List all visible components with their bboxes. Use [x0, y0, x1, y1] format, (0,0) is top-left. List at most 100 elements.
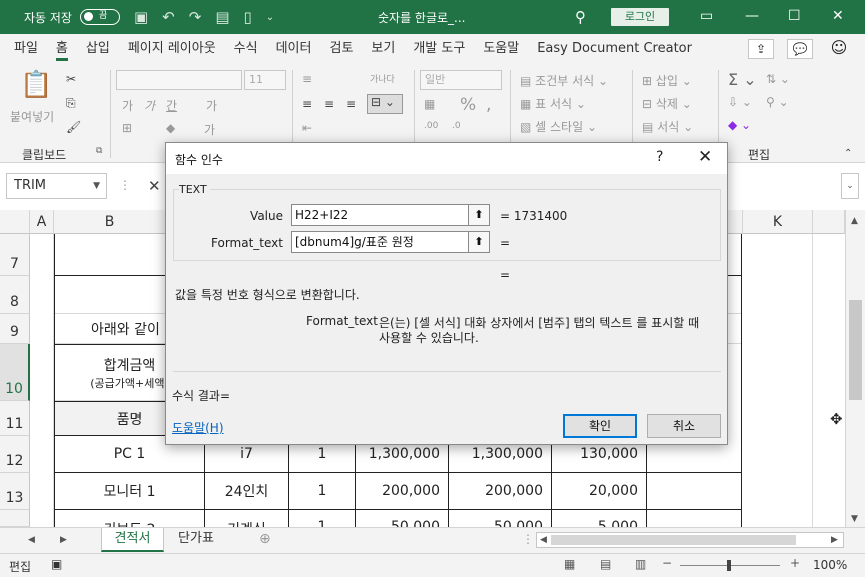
save-icon[interactable]: ▣ — [134, 8, 148, 26]
row-header[interactable]: 7 — [0, 234, 30, 276]
comments-icon[interactable]: 💬 — [787, 39, 813, 59]
form-icon[interactable]: ▤ — [215, 8, 229, 26]
row-header[interactable]: 9 — [0, 314, 30, 344]
add-sheet-icon[interactable]: ⊕ — [259, 531, 271, 547]
tab-file[interactable]: 파일 — [5, 34, 47, 64]
table-cell[interactable]: 1 — [289, 510, 356, 527]
italic-button[interactable]: 가 — [144, 97, 155, 114]
collapse-dialog-button[interactable]: ⬆ — [468, 204, 490, 226]
collapse-ribbon-icon[interactable]: ⌃ — [844, 148, 852, 159]
tab-formulas[interactable]: 수식 — [225, 34, 267, 64]
format-as-table-button[interactable]: ▦ 표 서식 ⌄ — [520, 95, 586, 112]
autosave-toggle[interactable]: 끔 — [79, 9, 120, 25]
tab-page-layout[interactable]: 페이지 레이아웃 — [119, 34, 225, 64]
next-sheet-icon[interactable]: ▶ — [60, 535, 67, 545]
name-box[interactable]: TRIM ▼ — [6, 173, 107, 199]
scroll-down-icon[interactable]: ▼ — [851, 514, 858, 524]
column-a-cells[interactable] — [30, 234, 54, 527]
sheet-tab-price[interactable]: 단가표 — [166, 528, 226, 552]
clear-icon[interactable]: ◆ ⌄ — [728, 118, 751, 132]
collapse-dialog-button[interactable]: ⬆ — [468, 231, 490, 253]
dialog-close-icon[interactable]: ✕ — [698, 147, 712, 167]
column-k-cells[interactable] — [743, 234, 813, 527]
zoom-level[interactable]: 100% — [813, 558, 847, 572]
row-header[interactable]: 12 — [0, 436, 30, 473]
tab-view[interactable]: 보기 — [362, 34, 404, 64]
indent-icon[interactable]: ⇤ — [302, 121, 312, 135]
currency-icon[interactable]: ▦ — [424, 97, 435, 111]
font-color-icon[interactable]: 가 — [204, 121, 215, 138]
zoom-in-icon[interactable]: + — [790, 556, 800, 570]
page-break-view-icon[interactable]: ▥ — [635, 557, 646, 571]
normal-view-icon[interactable]: ▦ — [564, 557, 575, 571]
sort-filter-icon[interactable]: ⇅ ⌄ — [766, 72, 790, 86]
cancel-button[interactable]: 취소 — [647, 414, 721, 438]
bold-button[interactable]: 가 — [122, 97, 133, 114]
undo-icon[interactable]: ↶ — [162, 8, 175, 26]
conditional-format-button[interactable]: ▤ 조건부 서식 ⌄ — [520, 72, 608, 89]
paste-label[interactable]: 붙여넣기 — [10, 108, 54, 125]
fill-icon[interactable]: ⇩ ⌄ — [728, 95, 752, 109]
table-cell[interactable]: 키보드 2 — [55, 510, 205, 527]
chevron-down-icon[interactable]: ▼ — [93, 174, 100, 198]
redo-icon[interactable]: ↷ — [189, 8, 202, 26]
horizontal-scrollbar[interactable]: ◀ ▶ — [536, 532, 844, 548]
autosum-icon[interactable]: Σ ⌄ — [728, 70, 757, 89]
column-header-j[interactable] — [728, 210, 743, 234]
page-layout-view-icon[interactable]: ▤ — [600, 557, 611, 571]
tab-insert[interactable]: 삽입 — [77, 34, 119, 64]
maximize-icon[interactable]: ☐ — [788, 8, 801, 24]
font-size-dropdown[interactable]: 11 — [244, 70, 286, 90]
increase-decimal-icon[interactable]: .00 — [424, 121, 438, 131]
cancel-entry-button[interactable]: ✕ — [148, 177, 161, 195]
merge-center-icon[interactable]: ⊟ ⌄ — [367, 94, 403, 114]
tab-data[interactable]: 데이터 — [267, 34, 321, 64]
h-scroll-thumb[interactable] — [551, 535, 796, 545]
share-icon[interactable]: ⇪ — [748, 39, 774, 59]
clipboard-launcher-icon[interactable]: ⧉ — [96, 146, 102, 156]
align-center-icon[interactable]: ≡ — [324, 97, 334, 111]
scroll-right-icon[interactable]: ▶ — [831, 535, 838, 545]
help-link[interactable]: 도움말(H) — [172, 419, 224, 436]
minimize-icon[interactable]: — — [745, 8, 759, 24]
login-button[interactable]: 로그인 — [611, 8, 669, 26]
scroll-thumb[interactable] — [849, 300, 862, 400]
tab-review[interactable]: 검토 — [320, 34, 362, 64]
row-header[interactable] — [0, 510, 30, 527]
row-header[interactable]: 8 — [0, 276, 30, 314]
align-left-icon[interactable]: ≡ — [302, 97, 312, 111]
ribbon-display-icon[interactable]: ▭ — [700, 8, 713, 24]
align-right-icon[interactable]: ≡ — [346, 97, 356, 111]
align-top-icon[interactable]: ≡ — [302, 72, 312, 86]
wrap-text-icon[interactable]: 가나다 — [370, 72, 395, 85]
row-header[interactable]: 13 — [0, 473, 30, 510]
customize-qat-icon[interactable]: ⌄ — [266, 12, 274, 23]
value-input[interactable]: H22+I22 — [291, 204, 489, 226]
decrease-decimal-icon[interactable]: .0 — [452, 121, 461, 131]
table-cell[interactable]: 50,000 — [449, 510, 552, 527]
column-header-b[interactable]: B — [54, 210, 166, 234]
find-select-icon[interactable]: ⚲ ⌄ — [766, 95, 789, 109]
smiley-icon[interactable]: ☺ — [826, 39, 852, 59]
row-header-selected[interactable]: 10 — [0, 344, 30, 401]
tab-help[interactable]: 도움말 — [474, 34, 528, 64]
zoom-out-icon[interactable]: − — [662, 556, 672, 570]
sheet-tab-quote[interactable]: 견적서 — [101, 528, 164, 552]
format-text-input[interactable]: [dbnum4]g/표준 원정 — [291, 231, 489, 253]
format-cells-button[interactable]: ▤ 서식 ⌄ — [642, 118, 693, 135]
copy-icon[interactable]: ⎘ — [66, 96, 76, 111]
format-painter-icon[interactable]: 🖌 — [66, 120, 81, 134]
font-name-dropdown[interactable] — [116, 70, 242, 90]
tab-developer[interactable]: 개발 도구 — [404, 34, 474, 64]
fill-color-icon[interactable]: ◆ — [166, 121, 175, 135]
zoom-slider-thumb[interactable] — [727, 560, 731, 571]
splitter-icon[interactable]: ⋮ — [522, 532, 534, 546]
underline-button[interactable]: 간 — [166, 97, 177, 114]
column-header-k[interactable]: K — [743, 210, 813, 234]
dialog-titlebar[interactable]: 함수 인수 ? ✕ — [166, 143, 727, 174]
border-icon[interactable]: ⊞ — [122, 121, 132, 135]
paste-icon[interactable]: 📋 — [20, 70, 52, 100]
row-header[interactable]: 11 — [0, 401, 30, 436]
table-cell[interactable]: 기계식 — [205, 510, 289, 527]
dialog-help-button[interactable]: ? — [656, 149, 663, 165]
